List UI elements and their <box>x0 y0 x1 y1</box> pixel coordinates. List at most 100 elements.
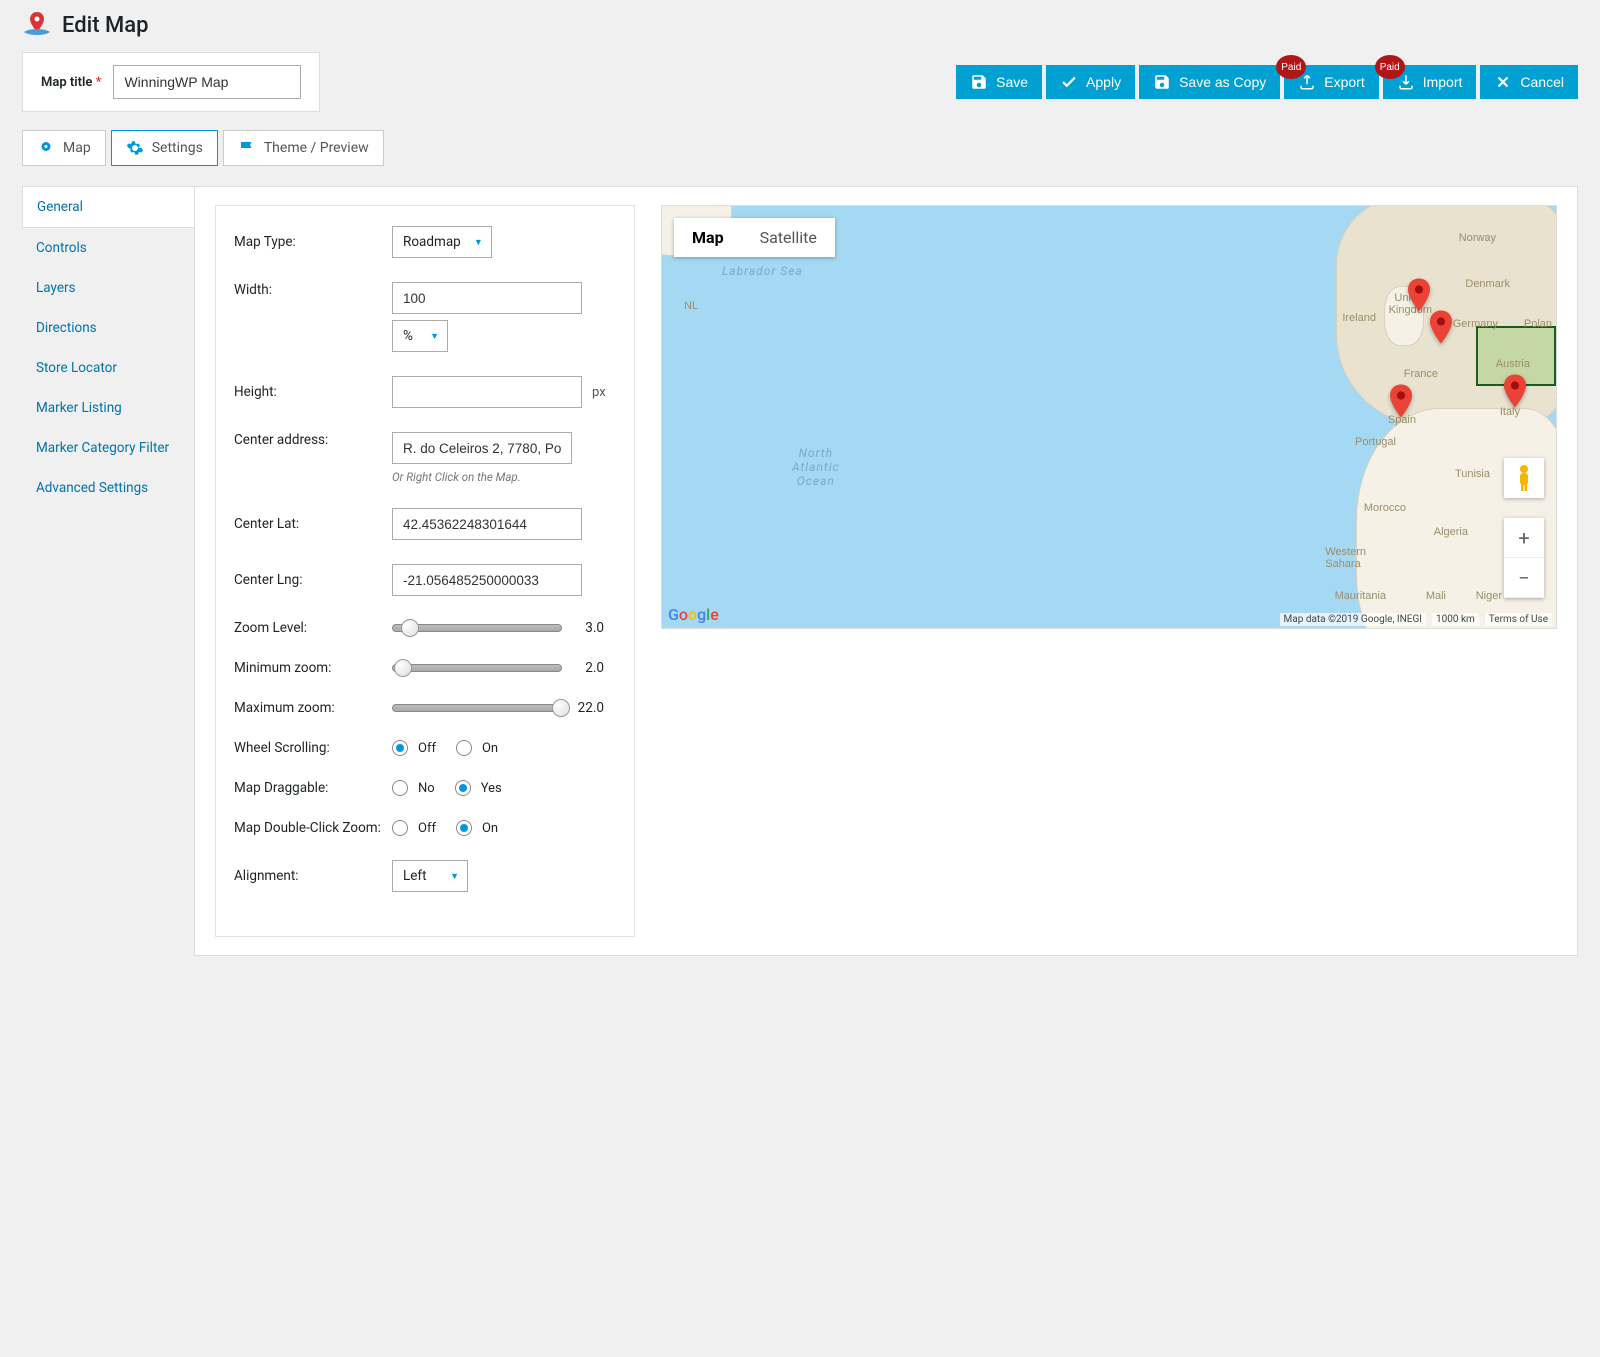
paid-badge: Paid <box>1375 55 1405 79</box>
check-icon <box>1060 73 1078 91</box>
sidebar-item-marker-category-filter[interactable]: Marker Category Filter <box>22 428 194 468</box>
min-zoom-slider[interactable] <box>392 664 562 672</box>
sidebar-item-layers[interactable]: Layers <box>22 268 194 308</box>
map-marker-icon[interactable] <box>1504 374 1526 408</box>
label-norway: Norway <box>1459 232 1496 244</box>
dblclick-on-radio[interactable] <box>456 820 472 836</box>
zoom-level-label: Zoom Level: <box>234 620 392 636</box>
save-button[interactable]: Save <box>956 65 1042 99</box>
dblclick-zoom-label: Map Double-Click Zoom: <box>234 820 392 836</box>
wheel-scrolling-label: Wheel Scrolling: <box>234 740 392 756</box>
zoom-level-slider[interactable] <box>392 624 562 632</box>
label-algeria: Algeria <box>1434 526 1468 538</box>
import-button[interactable]: Paid Import <box>1383 65 1477 99</box>
export-button[interactable]: Paid Export <box>1284 65 1378 99</box>
max-zoom-label: Maximum zoom: <box>234 700 392 716</box>
center-address-input[interactable] <box>392 432 572 464</box>
gear-icon <box>126 139 144 157</box>
width-unit-select[interactable]: % <box>392 320 448 352</box>
height-input[interactable] <box>392 376 582 408</box>
required-indicator: * <box>96 75 102 90</box>
center-lat-label: Center Lat: <box>234 516 392 532</box>
settings-sidebar: General Controls Layers Directions Store… <box>22 186 194 956</box>
sidebar-item-general[interactable]: General <box>22 186 194 228</box>
pegman-icon[interactable] <box>1504 458 1544 498</box>
map-type-map-button[interactable]: Map <box>674 218 742 257</box>
sidebar-item-store-locator[interactable]: Store Locator <box>22 348 194 388</box>
label-portugal: Portugal <box>1355 436 1396 448</box>
map-title-input[interactable] <box>113 65 301 99</box>
alignment-label: Alignment: <box>234 868 392 884</box>
max-zoom-value: 22.0 <box>574 700 604 716</box>
width-input[interactable] <box>392 282 582 314</box>
draggable-yes-radio[interactable] <box>455 780 471 796</box>
map-scale: 1000 km <box>1432 613 1479 626</box>
wheel-scrolling-on-radio[interactable] <box>456 740 472 756</box>
sidebar-item-marker-listing[interactable]: Marker Listing <box>22 388 194 428</box>
label-ireland: Ireland <box>1342 312 1376 324</box>
sidebar-item-controls[interactable]: Controls <box>22 228 194 268</box>
sidebar-item-advanced-settings[interactable]: Advanced Settings <box>22 468 194 508</box>
zoom-out-button[interactable]: − <box>1504 558 1544 598</box>
height-unit: px <box>592 385 606 400</box>
center-lat-input[interactable] <box>392 508 582 540</box>
save-copy-icon <box>1153 73 1171 91</box>
width-label: Width: <box>234 282 392 298</box>
draggable-label: Map Draggable: <box>234 780 392 796</box>
label-western-sahara: Western Sahara <box>1325 546 1366 570</box>
tab-settings[interactable]: Settings <box>111 130 218 166</box>
app-icon <box>22 10 52 40</box>
cancel-button[interactable]: Cancel <box>1480 65 1578 99</box>
zoom-in-button[interactable]: + <box>1504 518 1544 558</box>
map-terms[interactable]: Terms of Use <box>1485 613 1552 626</box>
height-label: Height: <box>234 384 392 400</box>
zoom-level-value: 3.0 <box>574 620 604 636</box>
center-lng-input[interactable] <box>392 564 582 596</box>
label-nl: NL <box>684 300 698 312</box>
label-niger: Niger <box>1476 590 1502 602</box>
wheel-scrolling-off-radio[interactable] <box>392 740 408 756</box>
apply-button[interactable]: Apply <box>1046 65 1135 99</box>
map-preview[interactable]: Map Satellite Labrador Sea North Atlanti… <box>661 205 1557 629</box>
google-logo: Google <box>668 605 719 624</box>
map-attribution: Map data ©2019 Google, INEGI <box>1280 613 1426 626</box>
close-icon <box>1494 73 1512 91</box>
label-austria: Austria <box>1496 358 1530 370</box>
label-france: France <box>1404 368 1438 380</box>
flag-icon <box>238 139 256 157</box>
map-title-wrap: Map title * <box>22 52 320 112</box>
map-type-satellite-button[interactable]: Satellite <box>742 218 835 257</box>
label-germany: Germany <box>1453 318 1498 330</box>
tab-map[interactable]: Map <box>22 130 106 166</box>
tab-theme[interactable]: Theme / Preview <box>223 130 384 166</box>
map-type-label: Map Type: <box>234 234 392 250</box>
label-denmark: Denmark <box>1465 278 1510 290</box>
save-as-copy-button[interactable]: Save as Copy <box>1139 65 1280 99</box>
map-marker-icon[interactable] <box>1408 278 1430 312</box>
save-icon <box>970 73 988 91</box>
label-poland: Polan <box>1524 318 1552 330</box>
map-title-label: Map title * <box>41 75 101 90</box>
draggable-no-radio[interactable] <box>392 780 408 796</box>
min-zoom-value: 2.0 <box>574 660 604 676</box>
pin-icon <box>37 139 55 157</box>
sidebar-item-directions[interactable]: Directions <box>22 308 194 348</box>
map-marker-icon[interactable] <box>1390 384 1412 418</box>
label-morocco: Morocco <box>1364 502 1406 514</box>
map-type-select[interactable]: Roadmap <box>392 226 492 258</box>
label-north-atlantic: North Atlantic Ocean <box>792 446 840 488</box>
center-lng-label: Center Lng: <box>234 572 392 588</box>
max-zoom-slider[interactable] <box>392 704 562 712</box>
center-address-hint: Or Right Click on the Map. <box>392 470 521 484</box>
label-mauritania: Mauritania <box>1335 590 1386 602</box>
min-zoom-label: Minimum zoom: <box>234 660 392 676</box>
label-tunisia: Tunisia <box>1455 468 1490 480</box>
center-address-label: Center address: <box>234 432 392 448</box>
page-title: Edit Map <box>62 13 149 38</box>
map-marker-icon[interactable] <box>1430 310 1452 344</box>
dblclick-off-radio[interactable] <box>392 820 408 836</box>
alignment-select[interactable]: Left <box>392 860 468 892</box>
zoom-control: + − <box>1504 518 1544 598</box>
label-mali: Mali <box>1426 590 1446 602</box>
label-labrador-sea: Labrador Sea <box>722 264 803 278</box>
